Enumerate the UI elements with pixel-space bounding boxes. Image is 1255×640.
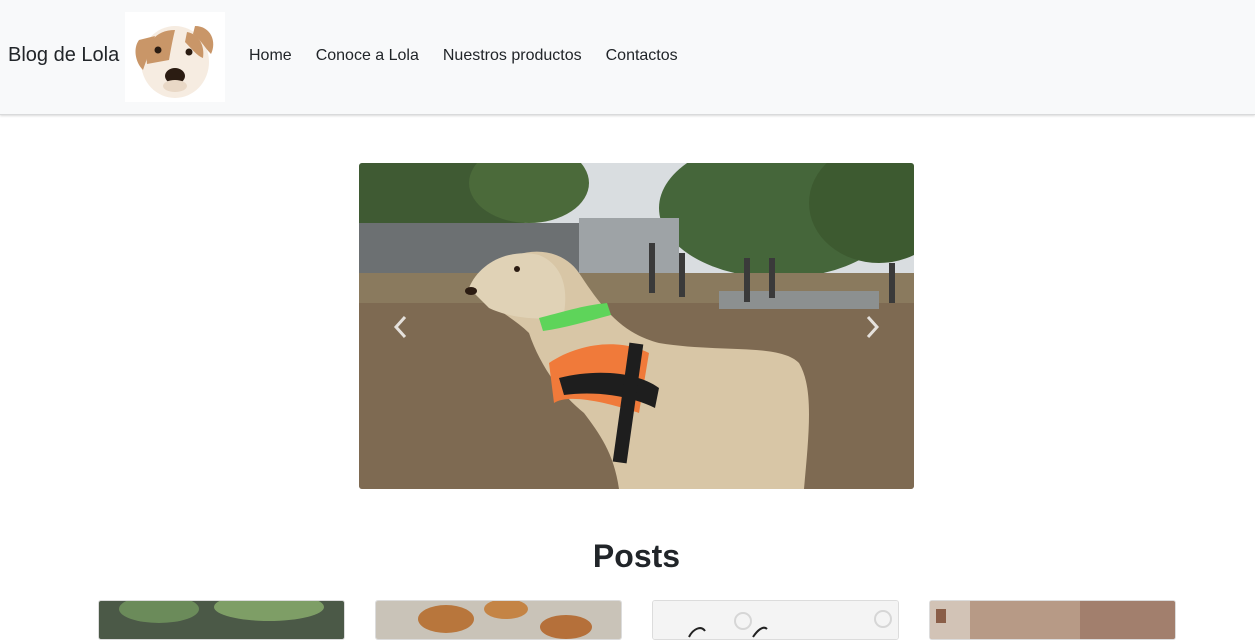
brand-link[interactable]: Blog de Lola bbox=[8, 44, 119, 67]
post-card[interactable] bbox=[98, 600, 345, 640]
post-card[interactable] bbox=[652, 600, 899, 640]
nav-link-contactos[interactable]: Contactos bbox=[606, 47, 678, 65]
nav-link-home[interactable]: Home bbox=[249, 47, 292, 65]
post-image bbox=[99, 601, 344, 639]
navbar: Blog de Lola Home Conoce a Lola Nuestros… bbox=[0, 0, 1255, 115]
posts-heading: Posts bbox=[592, 538, 681, 574]
post-image bbox=[376, 601, 621, 639]
hero-carousel[interactable] bbox=[359, 163, 914, 489]
dog-in-park-photo bbox=[359, 163, 914, 489]
nav-links: Home Conoce a Lola Nuestros productos Co… bbox=[249, 47, 702, 65]
chevron-left-icon bbox=[393, 315, 407, 339]
nav-link-nuestros-productos[interactable]: Nuestros productos bbox=[443, 47, 582, 65]
carousel-prev-button[interactable] bbox=[389, 313, 413, 341]
post-card[interactable] bbox=[375, 600, 622, 640]
chevron-right-icon bbox=[866, 315, 880, 339]
nav-link-conoce-a-lola[interactable]: Conoce a Lola bbox=[316, 47, 419, 65]
carousel-next-button[interactable] bbox=[860, 313, 884, 341]
dog-logo-icon[interactable] bbox=[125, 12, 225, 102]
post-image bbox=[653, 601, 898, 639]
post-image bbox=[930, 601, 1175, 639]
post-card[interactable] bbox=[929, 600, 1176, 640]
